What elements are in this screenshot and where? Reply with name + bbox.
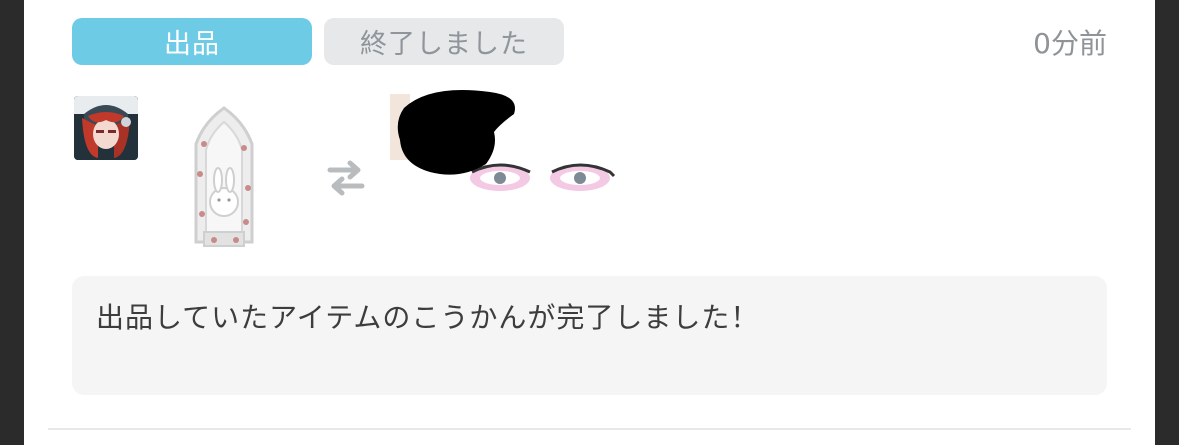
listed-item[interactable]	[174, 104, 274, 254]
received-item[interactable]	[390, 88, 630, 200]
divider	[48, 428, 1131, 430]
category-tag: 出品	[72, 18, 312, 65]
eyes-item-icon	[390, 90, 616, 191]
timestamp: 0分前	[1033, 27, 1107, 60]
swap-arrows-icon	[324, 160, 368, 196]
message-text: 出品していたアイテムのこうかんが完了しました！	[96, 301, 760, 334]
bunny-shrine-icon	[194, 106, 254, 247]
avatar-icon	[74, 96, 138, 160]
notification-message: 出品していたアイテムのこうかんが完了しました！	[72, 276, 1107, 395]
status-tag: 終了しました	[324, 18, 564, 65]
notification-card: 出品 終了しました 0分前 出品していたアイテムのこうかんが完了しました！	[24, 0, 1155, 445]
user-avatar[interactable]	[74, 96, 138, 160]
